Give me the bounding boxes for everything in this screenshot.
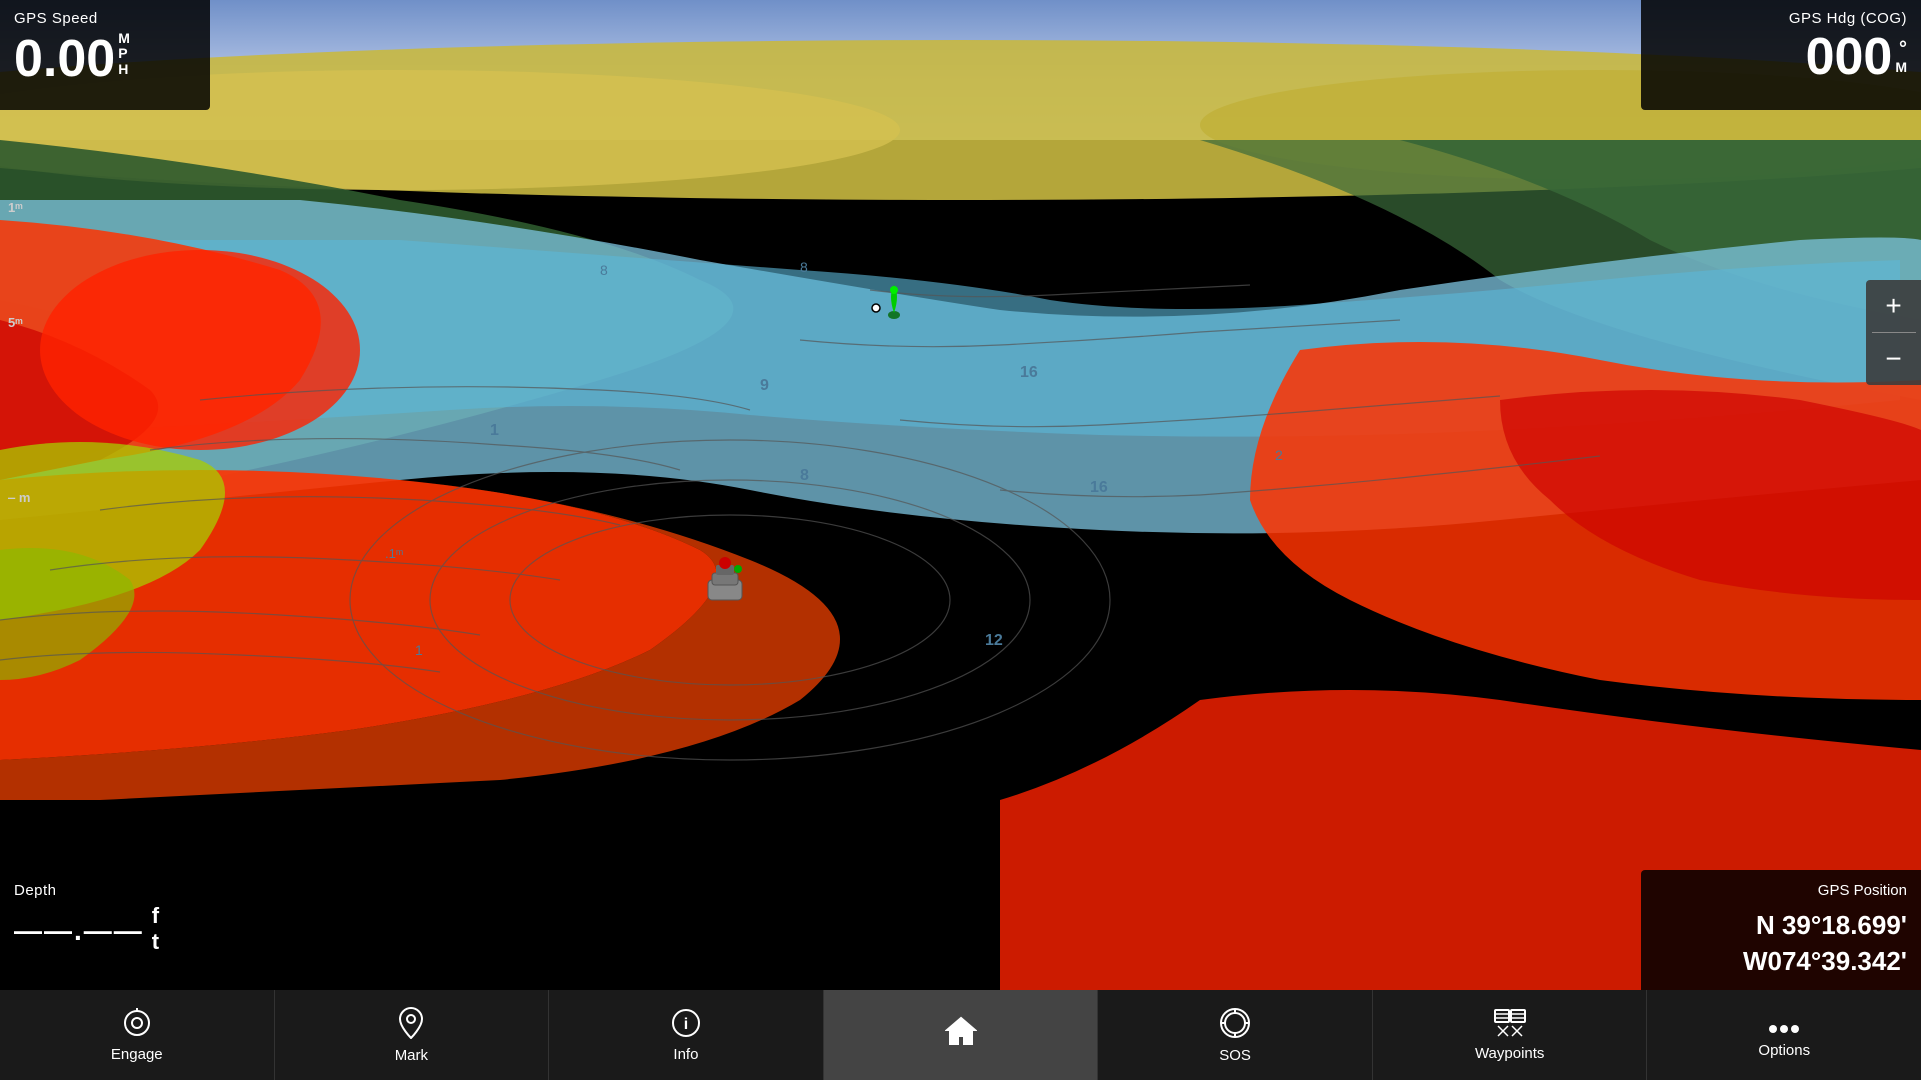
nav-item-mark[interactable]: Mark <box>275 990 550 1080</box>
svg-text:9: 9 <box>760 377 769 394</box>
svg-text:1: 1 <box>490 422 499 439</box>
zoom-out-button[interactable]: − <box>1866 333 1921 385</box>
scale-indicator-2: 5ᵐ <box>8 315 23 330</box>
svg-text:12: 12 <box>985 632 1003 649</box>
svg-text:8: 8 <box>800 259 808 275</box>
nav-item-waypoints[interactable]: Waypoints <box>1373 990 1648 1080</box>
svg-text:8: 8 <box>800 467 809 484</box>
depth-label: Depth <box>14 882 196 899</box>
gps-speed-value: 0.00 M P H <box>14 31 196 85</box>
options-icon <box>1768 1012 1800 1038</box>
info-icon: i <box>671 1008 701 1042</box>
gps-position-lat: N 39°18.699' <box>1655 907 1907 943</box>
engage-icon <box>122 1008 152 1042</box>
home-icon <box>945 1016 977 1050</box>
mark-icon <box>397 1007 425 1043</box>
nav-item-info[interactable]: i Info <box>549 990 824 1080</box>
gps-hdg-label: GPS Hdg (COG) <box>1655 10 1907 27</box>
nav-label-options: Options <box>1758 1042 1810 1059</box>
sos-icon <box>1219 1007 1251 1043</box>
gps-position-widget: GPS Position N 39°18.699' W074°39.342' <box>1641 870 1921 990</box>
nav-label-waypoints: Waypoints <box>1475 1045 1544 1062</box>
svg-text:2: 2 <box>1275 447 1283 463</box>
gps-hdg-widget: GPS Hdg (COG) 000 ° M <box>1641 0 1921 110</box>
depth-widget: Depth ——.—— f t <box>0 870 210 990</box>
gps-speed-label: GPS Speed <box>14 10 196 27</box>
depth-value: ——.—— <box>14 914 144 948</box>
zoom-controls: + − <box>1866 280 1921 385</box>
nav-label-mark: Mark <box>395 1047 428 1064</box>
nav-item-sos[interactable]: SOS <box>1098 990 1373 1080</box>
zoom-in-button[interactable]: + <box>1866 280 1921 332</box>
scale-indicator-1: 1ᵐ <box>8 200 23 215</box>
svg-text:16: 16 <box>1090 479 1108 496</box>
svg-text:.1ᵐ: .1ᵐ <box>385 546 403 561</box>
nav-item-options[interactable]: Options <box>1647 990 1921 1080</box>
nav-item-engage[interactable]: Engage <box>0 990 275 1080</box>
svg-text:1: 1 <box>415 642 423 658</box>
nav-label-info: Info <box>673 1046 698 1063</box>
bottom-nav: Engage Mark i Info <box>0 990 1921 1080</box>
nav-item-home[interactable] <box>824 990 1099 1080</box>
svg-text:8: 8 <box>600 262 608 278</box>
gps-position-label: GPS Position <box>1655 882 1907 899</box>
gps-speed-widget: GPS Speed 0.00 M P H <box>0 0 210 110</box>
waypoints-icon <box>1494 1009 1526 1041</box>
scale-indicator-3: ‒ m <box>8 490 30 505</box>
nav-label-engage: Engage <box>111 1046 163 1063</box>
gps-position-lon: W074°39.342' <box>1655 943 1907 979</box>
svg-text:i: i <box>684 1016 688 1033</box>
gps-hdg-value: 000 ° M <box>1655 31 1907 83</box>
map-view[interactable]: 1 9 8 8 16 2 8 16 12 1 .1ᵐ 1ᵐ <box>0 0 1921 990</box>
nav-label-sos: SOS <box>1219 1047 1251 1064</box>
gps-speed-unit: M P H <box>118 31 130 77</box>
gps-hdg-unit: ° M <box>1895 38 1907 75</box>
svg-text:16: 16 <box>1020 364 1038 381</box>
